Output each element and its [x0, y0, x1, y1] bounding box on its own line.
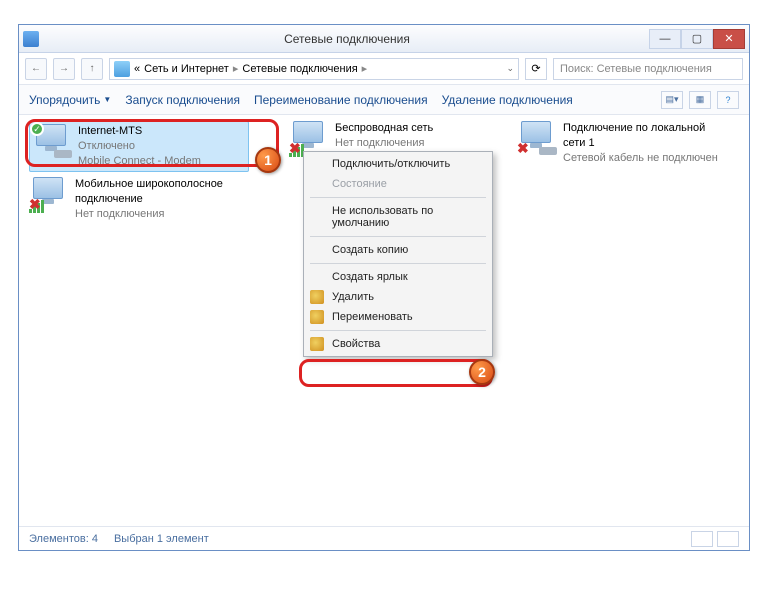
- check-icon: ✓: [30, 122, 44, 136]
- view-details-button[interactable]: [717, 531, 739, 547]
- up-button[interactable]: ↑: [81, 58, 103, 80]
- location-icon: [114, 61, 130, 77]
- lan-icon: ✖: [517, 121, 557, 157]
- context-menu: Подключить/отключить Состояние Не исполь…: [303, 151, 493, 357]
- window-title: Сетевые подключения: [45, 32, 649, 46]
- connection-lan[interactable]: ✖ Подключение по локальной сети 1 Сетево…: [517, 121, 727, 166]
- search-input[interactable]: Поиск: Сетевые подключения: [553, 58, 743, 80]
- menu-separator: [310, 330, 486, 331]
- maximize-button[interactable]: ▢: [681, 29, 713, 49]
- connection-status: Сетевой кабель не подключен: [563, 151, 727, 166]
- menu-status: Состояние: [304, 174, 492, 194]
- chevron-down-icon: ▼: [103, 95, 111, 104]
- menu-separator: [310, 263, 486, 264]
- window-network-connections: Сетевые подключения — ▢ ✕ ← → ↑ « Сеть и…: [18, 24, 750, 551]
- titlebar: Сетевые подключения — ▢ ✕: [19, 25, 749, 53]
- rename-connection-button[interactable]: Переименование подключения: [254, 93, 428, 107]
- view-options-button[interactable]: ▤▾: [661, 91, 683, 109]
- chevron-down-icon[interactable]: ⌄: [506, 63, 514, 74]
- toolbar: Упорядочить ▼ Запуск подключения Переиме…: [19, 85, 749, 115]
- status-selected: Выбран 1 элемент: [114, 533, 209, 545]
- menu-separator: [310, 236, 486, 237]
- menu-delete[interactable]: Удалить: [304, 287, 492, 307]
- delete-connection-button[interactable]: Удаление подключения: [442, 93, 573, 107]
- connection-mobile-broadband[interactable]: ✖ Мобильное широкополосное подключение Н…: [29, 177, 249, 222]
- annotation-marker-1: 1: [255, 147, 281, 173]
- address-bar: ← → ↑ « Сеть и Интернет ▸ Сетевые подклю…: [19, 53, 749, 85]
- help-button[interactable]: ?: [717, 91, 739, 109]
- minimize-button[interactable]: —: [649, 29, 681, 49]
- menu-no-default[interactable]: Не использовать по умолчанию: [304, 201, 492, 233]
- chevron-right-icon: ▸: [233, 62, 239, 75]
- breadcrumb-prefix: «: [134, 63, 140, 75]
- error-icon: ✖: [517, 140, 529, 157]
- view-large-icons-button[interactable]: [691, 531, 713, 547]
- app-icon: [23, 31, 39, 47]
- wifi-icon: ✖: [29, 177, 69, 213]
- connection-internet-mts[interactable]: ✓ Internet-MTS Отключено Mobile Connect …: [29, 121, 249, 172]
- modem-icon: ✓: [32, 124, 72, 160]
- menu-create-copy[interactable]: Создать копию: [304, 240, 492, 260]
- chevron-right-icon: ▸: [362, 62, 368, 75]
- shield-icon: [310, 290, 324, 304]
- details-pane-button[interactable]: ▦: [689, 91, 711, 109]
- connection-status: Отключено: [78, 139, 201, 154]
- organize-button[interactable]: Упорядочить ▼: [29, 93, 111, 107]
- breadcrumb-root[interactable]: Сеть и Интернет: [144, 63, 229, 75]
- connection-name: Беспроводная сеть: [335, 121, 433, 136]
- connection-name: Подключение по локальной сети 1: [563, 121, 727, 151]
- start-connection-button[interactable]: Запуск подключения: [125, 93, 240, 107]
- error-icon: ✖: [289, 140, 301, 157]
- status-count: Элементов: 4: [29, 533, 98, 545]
- content-area: ✓ Internet-MTS Отключено Mobile Connect …: [19, 115, 749, 521]
- menu-properties[interactable]: Свойства: [304, 334, 492, 354]
- menu-rename[interactable]: Переименовать: [304, 307, 492, 327]
- connection-device: Mobile Connect - Modem: [78, 154, 201, 169]
- menu-connect-disconnect[interactable]: Подключить/отключить: [304, 154, 492, 174]
- forward-button[interactable]: →: [53, 58, 75, 80]
- connection-name: Мобильное широкополосное подключение: [75, 177, 249, 207]
- breadcrumb-current[interactable]: Сетевые подключения: [242, 63, 357, 75]
- error-icon: ✖: [29, 196, 41, 213]
- shield-icon: [310, 310, 324, 324]
- close-button[interactable]: ✕: [713, 29, 745, 49]
- annotation-marker-2: 2: [469, 359, 495, 385]
- shield-icon: [310, 337, 324, 351]
- connection-status: Нет подключения: [335, 136, 433, 151]
- breadcrumb[interactable]: « Сеть и Интернет ▸ Сетевые подключения …: [109, 58, 519, 80]
- annotation-highlight-2: [299, 359, 493, 387]
- connection-name: Internet-MTS: [78, 124, 201, 139]
- statusbar: Элементов: 4 Выбран 1 элемент: [19, 526, 749, 550]
- menu-separator: [310, 197, 486, 198]
- back-button[interactable]: ←: [25, 58, 47, 80]
- connection-status: Нет подключения: [75, 207, 249, 222]
- menu-create-shortcut[interactable]: Создать ярлык: [304, 267, 492, 287]
- refresh-button[interactable]: ⟳: [525, 58, 547, 80]
